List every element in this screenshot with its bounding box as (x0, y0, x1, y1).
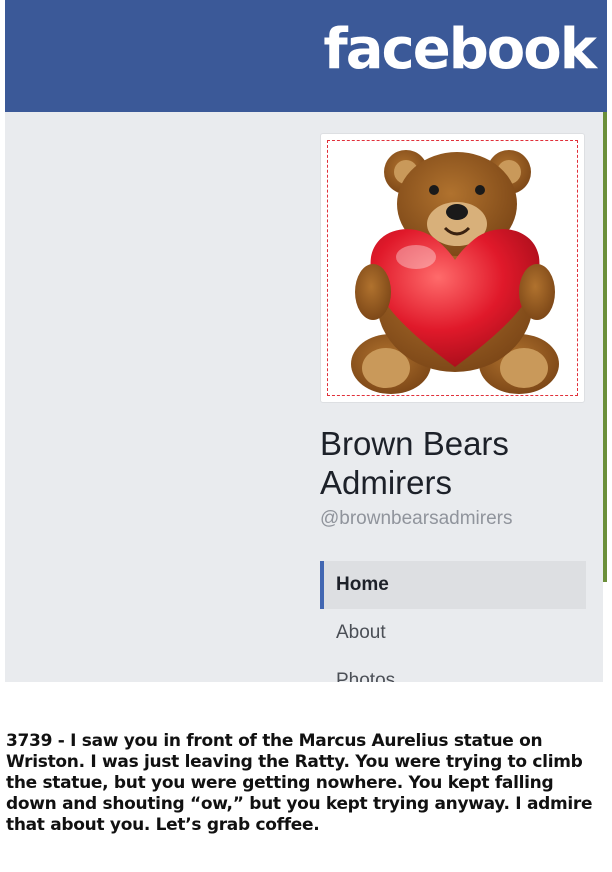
profile-picture-card[interactable] (320, 133, 585, 403)
facebook-page-screenshot: facebook Brown Bears Admirers @brownbear… (5, 0, 607, 682)
page-edge-strip (603, 112, 607, 582)
page-edge-strip-bottom (603, 582, 607, 682)
facebook-logo[interactable]: facebook (323, 22, 597, 78)
nav-item-home[interactable]: Home (320, 561, 586, 609)
nav-item-photos[interactable]: Photos (320, 657, 586, 682)
facebook-header-bar: facebook (5, 0, 607, 112)
page-navigation: Home About Photos (320, 561, 586, 682)
nav-item-about[interactable]: About (320, 609, 586, 657)
page-title: Brown Bears Admirers (320, 425, 509, 501)
page-username[interactable]: @brownbearsadmirers (320, 508, 512, 530)
confession-text: 3739 - I saw you in front of the Marcus … (6, 731, 593, 835)
